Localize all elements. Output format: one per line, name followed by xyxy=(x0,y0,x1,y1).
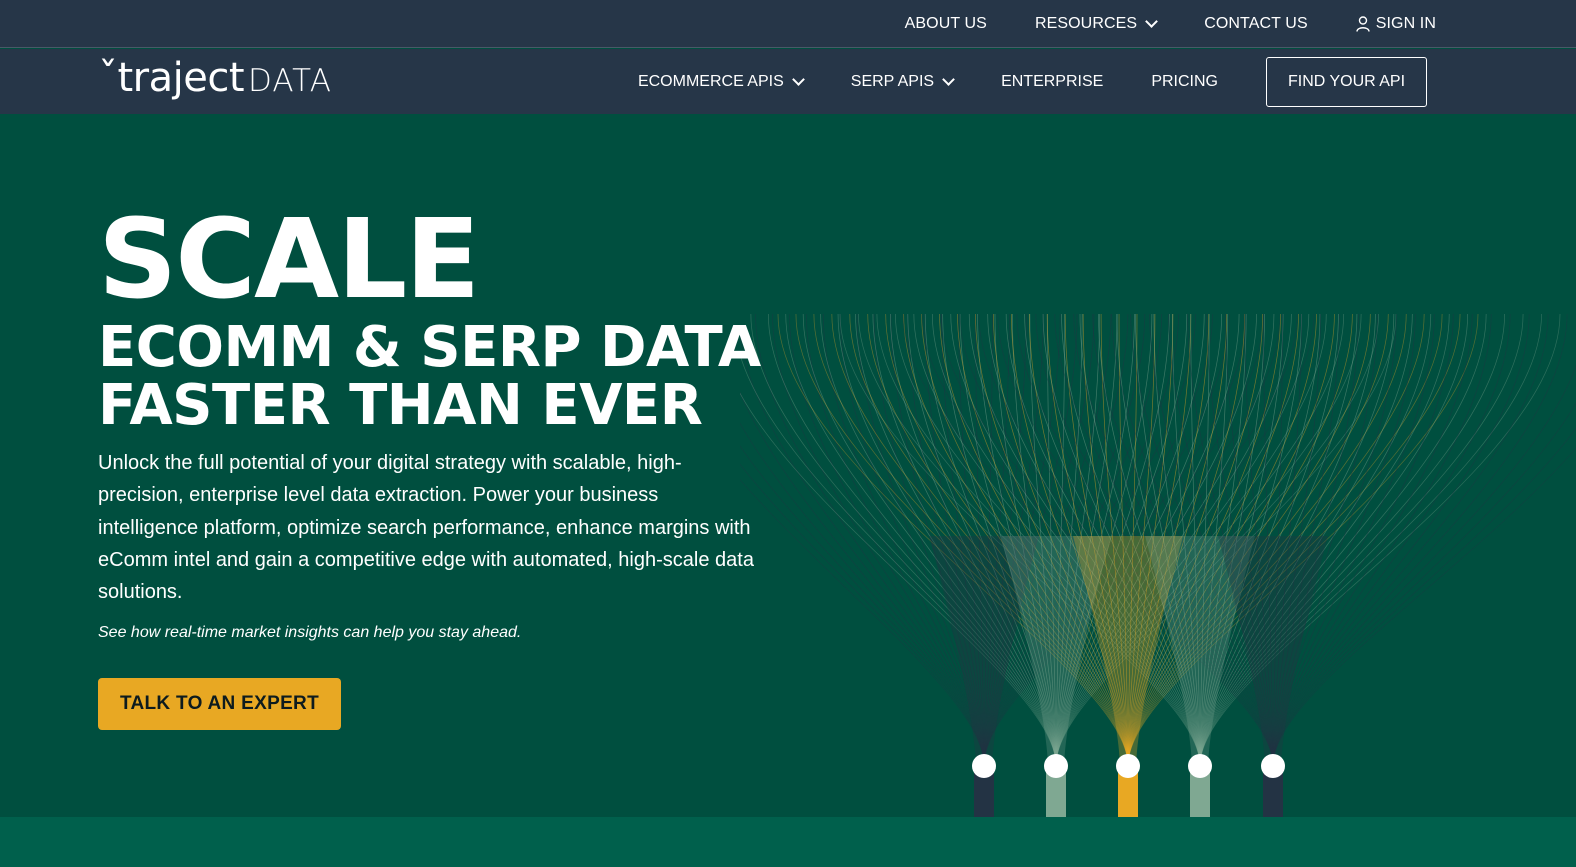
hero-tagline: See how real-time market insights can he… xyxy=(98,624,522,641)
main-nav-bar: ˇtraject DATA ECOMMERCE APIS SERP APIS E… xyxy=(0,49,1576,114)
chevron-down-icon xyxy=(791,72,805,86)
find-your-api-button[interactable]: FIND YOUR API xyxy=(1266,56,1427,107)
funnel-node-dot xyxy=(1261,754,1285,778)
hero-description: Unlock the full potential of your digita… xyxy=(98,452,754,604)
nav-ecommerce-label: ECOMMERCE APIS xyxy=(637,72,784,90)
bottom-band xyxy=(0,817,1576,867)
nav-resources-label: RESOURCES xyxy=(1034,15,1138,32)
nav-enterprise-label: ENTERPRISE xyxy=(1001,72,1104,90)
talk-to-expert-label: TALK TO AN EXPERT xyxy=(120,693,319,714)
talk-to-expert-button[interactable]: TALK TO AN EXPERT xyxy=(98,678,341,730)
funnel-node-dot xyxy=(1044,754,1068,778)
nav-sign-in-label: SIGN IN xyxy=(1375,15,1436,32)
nav-pricing[interactable]: PRICING xyxy=(1151,73,1218,91)
nav-ecommerce-apis[interactable]: ECOMMERCE APIS xyxy=(637,72,805,91)
nav-serp-label: SERP APIS xyxy=(850,72,935,90)
funnel-node-dot xyxy=(1116,754,1140,778)
nav-enterprise[interactable]: ENTERPRISE xyxy=(1001,73,1103,91)
chevron-down-icon xyxy=(1145,15,1159,28)
funnel-node-dot xyxy=(972,754,996,778)
nav-serp-apis[interactable]: SERP APIS xyxy=(850,72,955,91)
top-utility-bar: ABOUT US RESOURCES CONTACT US SIGN IN xyxy=(0,0,1576,48)
user-icon xyxy=(1356,16,1370,32)
nav-contact-us[interactable]: CONTACT US xyxy=(1204,15,1308,33)
traject-data-logo[interactable]: ˇtraject DATA xyxy=(98,55,332,101)
logo-brand-text: ˇtraject xyxy=(98,55,245,101)
funnel-node-dot xyxy=(1188,754,1212,778)
primary-nav: ECOMMERCE APIS SERP APIS ENTERPRISE PRIC… xyxy=(590,49,1427,114)
hero-headline-line-1: ECOMM & SERP DATA xyxy=(98,315,761,380)
data-funnel-illustration xyxy=(740,313,1576,817)
nav-sign-in[interactable]: SIGN IN xyxy=(1356,15,1436,33)
utility-nav: ABOUT US RESOURCES CONTACT US SIGN IN xyxy=(857,0,1436,48)
nav-resources[interactable]: RESOURCES xyxy=(1034,15,1159,33)
find-your-api-label: FIND YOUR API xyxy=(1287,72,1406,90)
logo-data-text: DATA xyxy=(248,63,332,99)
hero-headline-scale: SCALE xyxy=(98,195,480,323)
nav-pricing-label: PRICING xyxy=(1151,72,1218,90)
funnel-cone xyxy=(1218,536,1328,766)
nav-contact-us-label: CONTACT US xyxy=(1204,15,1308,32)
nav-about-us-label: ABOUT US xyxy=(904,15,987,32)
hero-headline-line-2: FASTER THAN EVER xyxy=(98,373,703,438)
nav-about-us[interactable]: ABOUT US xyxy=(905,15,987,33)
chevron-down-icon xyxy=(942,72,955,86)
